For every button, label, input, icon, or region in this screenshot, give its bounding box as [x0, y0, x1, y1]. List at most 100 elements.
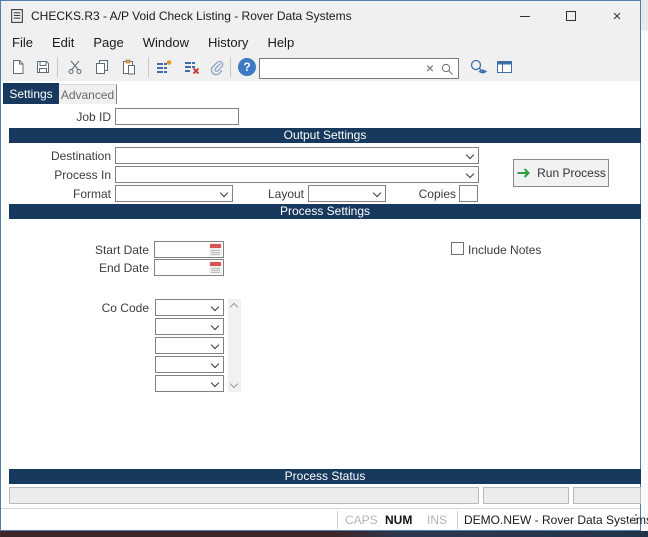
calendar-icon[interactable] — [209, 243, 222, 256]
desktop-background-bottom — [0, 531, 648, 537]
minimize-icon — [520, 15, 530, 17]
calendar-icon[interactable] — [209, 261, 222, 274]
format-select[interactable] — [115, 185, 233, 202]
minimize-button[interactable] — [502, 1, 548, 31]
start-date-label: Start Date — [94, 243, 149, 257]
layout-label: Layout — [267, 187, 304, 201]
tab-settings[interactable]: Settings — [3, 83, 59, 104]
copies-input[interactable] — [459, 185, 478, 202]
window-controls: × — [502, 1, 640, 31]
job-id-input[interactable] — [115, 108, 239, 125]
toolbar-separator — [57, 57, 58, 77]
save-button[interactable] — [32, 57, 54, 77]
chevron-down-icon — [465, 169, 475, 179]
delete-rows-button[interactable] — [181, 57, 203, 77]
include-notes-label: Include Notes — [468, 243, 542, 257]
paste-icon — [123, 59, 135, 75]
chevron-down-icon — [210, 340, 220, 350]
format-label: Format — [72, 187, 111, 201]
include-notes-checkbox[interactable] — [451, 242, 464, 255]
search-icon[interactable] — [440, 62, 454, 79]
paste-button[interactable] — [118, 57, 140, 77]
scroll-up-icon[interactable] — [229, 302, 239, 312]
end-date-input[interactable] — [154, 259, 224, 276]
toolbar-search: × — [259, 58, 459, 79]
destination-label: Destination — [50, 149, 111, 163]
attachment-button[interactable] — [206, 57, 228, 77]
title-bar: CHECKS.R3 - A/P Void Check Listing - Rov… — [1, 1, 640, 31]
co-code-scrollbar[interactable] — [228, 299, 241, 392]
co-code-select-3[interactable] — [155, 337, 224, 354]
layout-select[interactable] — [308, 185, 386, 202]
close-button[interactable]: × — [594, 1, 640, 31]
attachment-icon — [210, 60, 224, 76]
toolbar-separator — [148, 57, 149, 77]
copy-icon — [96, 60, 108, 74]
output-settings-header: Output Settings — [9, 128, 641, 143]
co-code-select-4[interactable] — [155, 356, 224, 373]
co-code-select-5[interactable] — [155, 375, 224, 392]
statusbar-separator — [457, 511, 458, 529]
start-date-input[interactable] — [154, 241, 224, 258]
chevron-down-icon — [210, 359, 220, 369]
menu-bar: File Edit Page Window History Help — [1, 31, 640, 53]
status-field3-box — [573, 487, 641, 504]
caps-indicator: CAPS — [345, 513, 378, 527]
cut-button[interactable] — [64, 57, 86, 77]
co-code-select-1[interactable] — [155, 299, 224, 316]
new-document-icon — [13, 60, 24, 74]
status-bar: CAPS NUM INS DEMO.NEW - Rover Data Syste… — [1, 508, 648, 530]
maximize-button[interactable] — [548, 1, 594, 31]
menu-help[interactable]: Help — [267, 35, 294, 50]
app-icon — [9, 8, 25, 24]
screen: CHECKS.R3 - A/P Void Check Listing - Rov… — [0, 0, 648, 537]
process-settings-header: Process Settings — [9, 204, 641, 219]
add-rows-button[interactable] — [153, 57, 175, 77]
status-field2-box — [483, 487, 569, 504]
search-preview-icon — [470, 59, 488, 74]
menu-history[interactable]: History — [208, 35, 248, 50]
copy-button[interactable] — [91, 57, 113, 77]
layout-view-button[interactable] — [493, 57, 517, 77]
process-status-header: Process Status — [9, 469, 641, 484]
job-id-label: Job ID — [76, 110, 111, 124]
co-code-label: Co Code — [101, 301, 149, 315]
ins-indicator: INS — [427, 513, 448, 527]
num-indicator: NUM — [385, 513, 413, 527]
tab-advanced[interactable]: Advanced — [59, 84, 117, 104]
help-icon: ? — [238, 58, 256, 76]
co-code-select-2[interactable] — [155, 318, 224, 335]
destination-select[interactable] — [115, 147, 479, 164]
chevron-down-icon — [210, 378, 220, 388]
run-process-label: Run Process — [537, 166, 606, 180]
menu-edit[interactable]: Edit — [52, 35, 74, 50]
desktop-background-right — [641, 0, 648, 531]
resize-grip[interactable] — [627, 514, 638, 528]
help-button[interactable]: ? — [236, 57, 258, 77]
menu-file[interactable]: File — [12, 35, 33, 50]
process-in-select[interactable] — [115, 166, 479, 183]
search-input[interactable] — [262, 59, 422, 78]
chevron-down-icon — [219, 188, 229, 198]
scroll-down-icon[interactable] — [229, 379, 239, 389]
run-process-button[interactable]: Run Process — [513, 159, 609, 187]
window-title: CHECKS.R3 - A/P Void Check Listing - Rov… — [31, 9, 352, 23]
save-icon — [37, 61, 49, 73]
clear-search-icon[interactable]: × — [426, 60, 434, 77]
search-preview-button[interactable] — [466, 57, 490, 77]
menu-window[interactable]: Window — [143, 35, 189, 50]
chevron-down-icon — [465, 150, 475, 160]
close-icon: × — [612, 7, 622, 25]
run-arrow-icon — [517, 168, 531, 178]
menu-page[interactable]: Page — [93, 35, 123, 50]
process-in-label: Process In — [54, 168, 111, 182]
chevron-down-icon — [372, 188, 382, 198]
toolbar-separator — [230, 57, 231, 77]
status-message-box — [9, 487, 479, 504]
new-document-button[interactable] — [7, 57, 29, 77]
copies-label: Copies — [418, 187, 456, 201]
statusbar-separator — [337, 511, 338, 529]
end-date-label: End Date — [98, 261, 149, 275]
add-rows-icon — [157, 60, 172, 73]
layout-view-icon — [497, 61, 512, 73]
